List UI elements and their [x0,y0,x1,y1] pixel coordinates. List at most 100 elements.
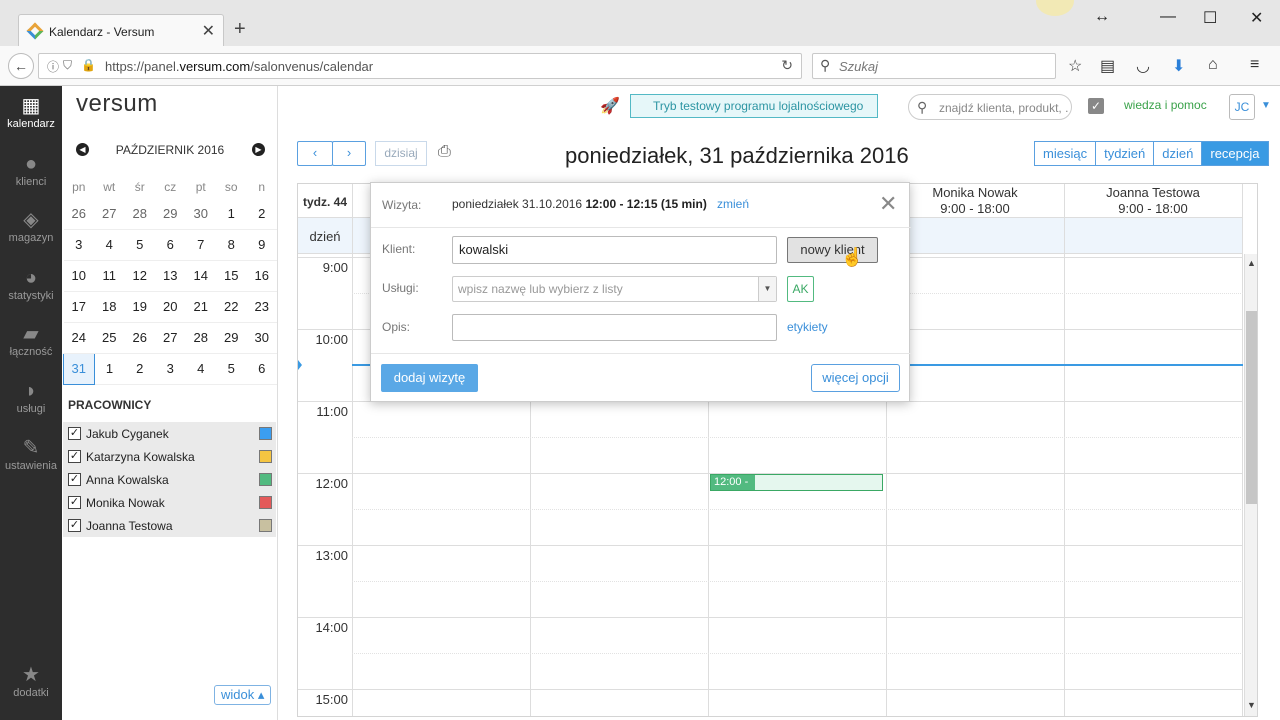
checkbox-checked-icon[interactable]: ✓ [68,427,81,440]
mini-calendar-day[interactable]: 1 [94,353,125,385]
chevron-down-icon[interactable]: ▼ [758,277,776,301]
mini-calendar-day[interactable]: 22 [216,291,247,323]
mini-calendar-day[interactable]: 13 [155,260,186,292]
staff-item[interactable]: ✓ Joanna Testowa [63,514,276,537]
mini-calendar-day[interactable]: 2 [246,198,277,230]
scrollbar-thumb[interactable] [1246,311,1257,504]
mini-calendar-day[interactable]: 30 [246,322,277,354]
mini-calendar-day[interactable]: 6 [246,353,277,385]
services-select[interactable]: wpisz nazwę lub wybierz z listy ▼ [452,276,777,302]
help-link[interactable]: wiedza i pomoc [1124,98,1207,112]
mini-calendar-day[interactable]: 1 [216,198,247,230]
appointment-slot[interactable]: 12:00 - [710,474,883,491]
pocket-icon[interactable]: ◡ [1136,56,1150,76]
next-day-button[interactable]: › [332,141,366,166]
mini-calendar-day[interactable]: 5 [124,229,155,261]
mini-calendar-day[interactable]: 15 [216,260,247,292]
description-input[interactable] [452,314,777,341]
mini-calendar-day[interactable]: 7 [185,229,216,261]
close-window-icon[interactable]: ✕ [1250,8,1263,28]
reload-icon[interactable]: ↻ [781,57,793,74]
new-client-button[interactable]: nowy klient [787,237,878,263]
mini-calendar-day[interactable]: 5 [216,353,247,385]
mini-calendar-day[interactable]: 11 [94,260,125,292]
mini-calendar-day[interactable]: 9 [246,229,277,261]
close-tab-icon[interactable]: ✕ [202,21,215,41]
nav-klienci[interactable]: ● klienci [0,152,62,188]
mini-calendar-day[interactable]: 26 [124,322,155,354]
view-day-button[interactable]: dzień [1153,141,1203,166]
bookmark-star-icon[interactable]: ☆ [1068,56,1082,76]
mini-calendar-day[interactable]: 30 [185,198,216,230]
mini-calendar-day[interactable]: 21 [185,291,216,323]
view-month-button[interactable]: miesiąc [1034,141,1097,166]
mini-calendar-day[interactable]: 17 [63,291,94,323]
nav-uslugi[interactable]: ◗ usługi [0,379,62,415]
mini-calendar-day[interactable]: 27 [94,198,125,230]
global-search-input[interactable]: ⚲ znajdź klienta, produkt, ... [908,94,1072,120]
tasks-check-icon[interactable]: ✓ [1088,98,1104,114]
mini-calendar-day[interactable]: 19 [124,291,155,323]
mini-calendar-day[interactable]: 10 [63,260,94,292]
staff-item[interactable]: ✓ Anna Kowalska [63,468,276,491]
maximize-icon[interactable]: ☐ [1203,8,1217,28]
mini-calendar-day[interactable]: 4 [94,229,125,261]
mini-calendar-day-selected[interactable]: 31 [63,352,95,385]
download-icon[interactable]: ⬇ [1172,56,1185,76]
close-icon[interactable]: ✕ [879,191,897,217]
view-reception-button[interactable]: recepcja [1201,141,1269,166]
add-visit-button[interactable]: dodaj wizytę [381,364,478,392]
mini-calendar-day[interactable]: 23 [246,291,277,323]
user-avatar[interactable]: JC [1229,94,1255,120]
logo[interactable]: versum [76,90,158,118]
home-icon[interactable]: ⌂ [1208,56,1218,74]
scrollbar[interactable]: ▲ ▼ [1244,254,1257,716]
nav-statystyki[interactable]: ◕ statystyki [0,266,62,302]
mini-calendar-day[interactable]: 16 [246,260,277,292]
new-tab-icon[interactable]: + [234,18,246,41]
ak-button[interactable]: AK [787,276,814,302]
staff-item[interactable]: ✓ Monika Nowak [63,491,276,514]
mini-calendar-day[interactable]: 12 [124,260,155,292]
client-input[interactable]: kowalski [452,236,777,264]
prev-month-icon[interactable]: ◀ [76,143,89,156]
mini-calendar-day[interactable]: 26 [63,198,94,230]
browser-search[interactable]: ⚲ Szukaj [812,53,1056,79]
reading-list-icon[interactable]: ▤ [1100,56,1115,76]
mini-calendar-day[interactable]: 8 [216,229,247,261]
info-icon[interactable]: ⓘ [47,58,59,75]
view-week-button[interactable]: tydzień [1095,141,1155,166]
mini-calendar-day[interactable]: 29 [155,198,186,230]
staff-column-header[interactable]: Monika Nowak 9:00 - 18:00 [886,185,1064,217]
mini-calendar-day[interactable]: 2 [124,353,155,385]
mini-calendar-day[interactable]: 6 [155,229,186,261]
menu-icon[interactable]: ≡ [1250,56,1259,74]
mini-calendar-day[interactable]: 27 [155,322,186,354]
checkbox-checked-icon[interactable]: ✓ [68,450,81,463]
nav-dodatki[interactable]: ★ dodatki [0,663,62,699]
mini-calendar-day[interactable]: 29 [216,322,247,354]
mini-calendar-day[interactable]: 4 [185,353,216,385]
today-button[interactable]: dzisiaj [375,141,427,166]
checkbox-checked-icon[interactable]: ✓ [68,473,81,486]
next-month-icon[interactable]: ▶ [252,143,265,156]
mini-calendar-day[interactable]: 20 [155,291,186,323]
mini-calendar-day[interactable]: 18 [94,291,125,323]
shield-icon[interactable]: ⛉ [63,58,72,73]
staff-item[interactable]: ✓ Katarzyna Kowalska [63,445,276,468]
nav-magazyn[interactable]: ◈ magazyn [0,208,62,244]
mini-calendar-day[interactable]: 24 [63,322,94,354]
nav-lacznosc[interactable]: ▰ łączność [0,322,62,358]
view-options-button[interactable]: widok ▴ [214,685,272,705]
mini-calendar-day[interactable]: 14 [185,260,216,292]
mini-calendar-day[interactable]: 25 [94,322,125,354]
staff-item[interactable]: ✓ Jakub Cyganek [63,422,276,445]
scroll-up-icon[interactable]: ▲ [1247,258,1256,268]
scroll-down-icon[interactable]: ▼ [1247,700,1256,710]
mini-calendar-day[interactable]: 3 [63,229,94,261]
browser-tab[interactable]: Kalendarz - Versum ✕ [18,14,224,46]
print-icon[interactable]: ⎙ [438,143,451,161]
more-options-button[interactable]: więcej opcji [811,364,900,392]
nav-kalendarz[interactable]: ▦ kalendarz [0,94,62,130]
url-bar[interactable]: ⓘ ⛉ 🔒 https://panel.versum.com/salonvenu… [38,53,802,79]
